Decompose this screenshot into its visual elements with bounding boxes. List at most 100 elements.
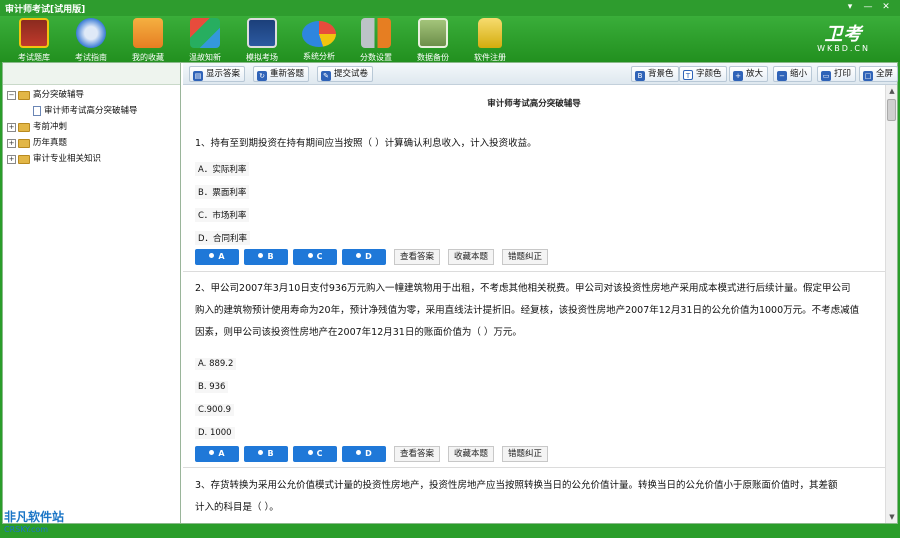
radio-dot-icon	[307, 253, 313, 258]
monitor-person-icon	[247, 18, 277, 48]
answer-c-button[interactable]: C	[293, 446, 337, 462]
radio-dot-icon	[356, 253, 362, 258]
tree-node-high-score[interactable]: − 高分突破辅导	[7, 87, 138, 103]
folder-icon	[18, 122, 30, 132]
tree-header	[3, 63, 180, 85]
minimize-button[interactable]: —	[860, 1, 876, 14]
scroll-up-icon[interactable]: ▲	[887, 86, 897, 96]
content-pane: ▤ 显示答案 ↻ 重新答题 ✎ 提交试卷 B 背景色 T 字颜色 + 放大 − 缩小 ▭ 打印 …	[183, 63, 899, 523]
gift-box-icon	[133, 18, 163, 48]
cubes-icon	[190, 18, 220, 48]
radio-dot-icon	[258, 450, 264, 455]
favorite-question-button[interactable]: 收藏本题	[448, 446, 495, 462]
answer-d-button[interactable]: D	[342, 446, 386, 462]
expand-icon[interactable]: +	[7, 138, 16, 148]
question-1-answer-bar: A B C D 查看答案 收藏本题 错题纠正	[195, 249, 549, 265]
fullscreen-button[interactable]: □ 全屏	[859, 66, 899, 82]
folder-icon	[18, 138, 30, 148]
zoom-out-icon: −	[777, 71, 787, 81]
fullscreen-icon: □	[863, 71, 873, 81]
tree-node-sprint[interactable]: + 考前冲刺	[7, 119, 138, 135]
category-tree: − 高分突破辅导 审计师考试高分突破辅导 + 考前冲刺 + 历年真题 + 审计专业相关知…	[7, 87, 138, 167]
answer-c-button[interactable]: C	[293, 249, 337, 265]
answer-a-button[interactable]: A	[195, 446, 239, 462]
radio-dot-icon	[258, 253, 264, 258]
report-error-button[interactable]: 错题纠正	[502, 446, 549, 462]
watermark-logo: 非凡软件站 CRSKY.com	[4, 510, 65, 534]
bg-color-icon: B	[635, 71, 645, 81]
redo-icon: ↻	[257, 71, 267, 81]
radio-dot-icon	[209, 253, 215, 258]
answer-d-button[interactable]: D	[342, 249, 386, 265]
view-answer-button[interactable]: 查看答案	[394, 249, 441, 265]
toolbar-item-analysis[interactable]: 系统分析	[293, 18, 345, 62]
toolbar-item-exam-bank[interactable]: 考试题库	[8, 18, 60, 63]
view-answer-button[interactable]: 查看答案	[394, 446, 441, 462]
tree-node-past-exams[interactable]: + 历年真题	[7, 135, 138, 151]
submit-icon: ✎	[321, 71, 331, 81]
window-controls: ▾ — ✕	[842, 1, 894, 14]
window-title: 审计师考试[试用版]	[5, 5, 86, 15]
content-toolbar: ▤ 显示答案 ↻ 重新答题 ✎ 提交试卷 B 背景色 T 字颜色 + 放大 − 缩小 ▭ 打印 …	[183, 63, 899, 85]
menu-dropdown-button[interactable]: ▾	[842, 1, 858, 14]
tools-icon	[361, 18, 391, 48]
report-error-button[interactable]: 错题纠正	[502, 249, 549, 265]
pie-chart-icon	[302, 21, 336, 47]
disk-backup-icon	[418, 18, 448, 48]
print-button[interactable]: ▭ 打印	[817, 66, 857, 82]
question-2-option-a: A. 889.2	[195, 358, 237, 370]
status-strip	[0, 524, 900, 538]
question-1-option-d: D．合同利率	[195, 231, 251, 245]
show-answer-icon: ▤	[193, 71, 203, 81]
bg-color-button[interactable]: B 背景色	[631, 66, 679, 82]
answer-b-button[interactable]: B	[244, 446, 288, 462]
main-frame: − 高分突破辅导 审计师考试高分突破辅导 + 考前冲刺 + 历年真题 + 审计专业相关知…	[2, 62, 899, 524]
document-icon	[33, 106, 41, 116]
redo-button[interactable]: ↻ 重新答题	[253, 66, 310, 82]
toolbar-item-backup[interactable]: 数据备份	[407, 18, 459, 63]
scroll-down-icon[interactable]: ▼	[887, 512, 897, 522]
close-button[interactable]: ✕	[878, 1, 894, 14]
book-icon	[19, 18, 49, 48]
favorite-question-button[interactable]: 收藏本题	[448, 249, 495, 265]
print-icon: ▭	[821, 71, 831, 81]
toolbar-item-exam-guide[interactable]: 考试指南	[65, 18, 117, 63]
main-toolbar: 考试题库 考试指南 我的收藏 温故知新 模拟考场 系统分析 分数设置 数据备份 …	[0, 16, 900, 62]
font-color-icon: T	[683, 70, 693, 80]
tree-node-related-knowledge[interactable]: + 审计专业相关知识	[7, 151, 138, 167]
toolbar-item-favorites[interactable]: 我的收藏	[122, 18, 174, 63]
vertical-scrollbar[interactable]: ▲ ▼	[885, 85, 897, 523]
question-1-stem: 1、持有至到期投资在持有期间应当按照（ ）计算确认利息收入，计入投资收益。	[195, 138, 537, 149]
collapse-icon[interactable]: −	[7, 90, 16, 100]
submit-button[interactable]: ✎ 提交试卷	[317, 66, 374, 82]
question-divider	[183, 271, 885, 272]
radio-dot-icon	[209, 450, 215, 455]
radio-dot-icon	[307, 450, 313, 455]
toolbar-item-score-settings[interactable]: 分数设置	[350, 18, 402, 63]
question-2-answer-bar: A B C D 查看答案 收藏本题 错题纠正	[195, 446, 549, 462]
font-color-button[interactable]: T 字颜色	[679, 66, 727, 82]
lock-icon	[478, 18, 502, 48]
question-2-option-b: B. 936	[195, 381, 229, 393]
scrollbar-thumb[interactable]	[887, 99, 896, 121]
question-1-option-a: A．实际利率	[195, 162, 250, 176]
toolbar-item-review[interactable]: 温故知新	[179, 18, 231, 63]
question-1-option-c: C．市场利率	[195, 208, 250, 222]
answer-a-button[interactable]: A	[195, 249, 239, 265]
show-answer-button[interactable]: ▤ 显示答案	[189, 66, 246, 82]
question-divider	[183, 467, 885, 468]
expand-icon[interactable]: +	[7, 122, 16, 132]
expand-icon[interactable]: +	[7, 154, 16, 164]
answer-b-button[interactable]: B	[244, 249, 288, 265]
compass-icon	[76, 18, 106, 48]
toolbar-item-register[interactable]: 软件注册	[464, 18, 516, 63]
toolbar-item-mock-exam[interactable]: 模拟考场	[236, 18, 288, 63]
tree-node-high-score-child[interactable]: 审计师考试高分突破辅导	[7, 103, 138, 119]
window-titlebar: 审计师考试[试用版] ▾ — ✕	[0, 0, 900, 16]
document-title: 审计师考试高分突破辅导	[487, 99, 581, 109]
zoom-out-button[interactable]: − 缩小	[773, 66, 813, 82]
question-document: 审计师考试高分突破辅导 1、持有至到期投资在持有期间应当按照（ ）计算确认利息收…	[183, 85, 885, 523]
folder-icon	[18, 154, 30, 164]
question-3-stem: 3、存货转换为采用公允价值模式计量的投资性房地产，投资性房地产应当按照转换当日的…	[195, 480, 838, 513]
zoom-in-button[interactable]: + 放大	[729, 66, 769, 82]
